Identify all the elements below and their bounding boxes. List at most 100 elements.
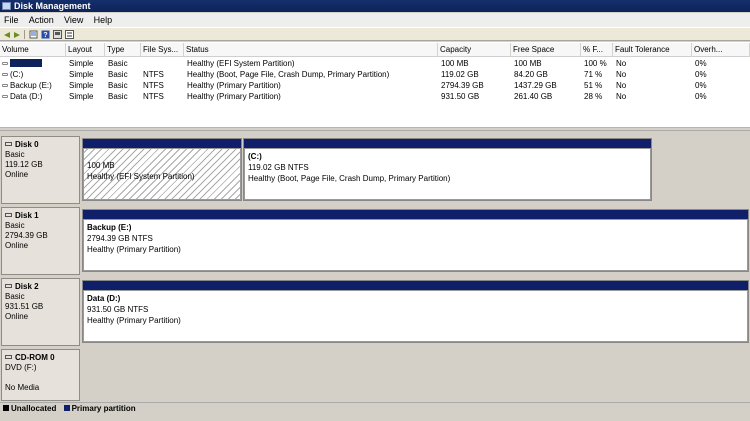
type-cell: Basic xyxy=(108,59,128,68)
partition-label: Backup (E:) xyxy=(87,223,132,232)
status-cell: Healthy (Primary Partition) xyxy=(187,92,281,101)
layout-cell: Simple xyxy=(69,70,94,79)
percent-free-cell: 71 % xyxy=(584,70,603,79)
redacted-volume-name xyxy=(10,59,42,67)
volume-row[interactable]: Data (D:) Simple Basic NTFS Healthy (Pri… xyxy=(0,91,750,102)
file-system-cell: NTFS xyxy=(143,92,164,101)
volume-name-cell: (C:) xyxy=(2,69,23,80)
percent-free-cell: 100 % xyxy=(584,59,607,68)
fault-tolerance-cell: No xyxy=(616,59,627,68)
disk-type: Basic xyxy=(5,292,25,301)
list-icon[interactable] xyxy=(64,29,74,40)
partition-status: Healthy (EFI System Partition) xyxy=(87,172,195,181)
cdrom-icon xyxy=(5,355,12,359)
disk-1-info[interactable]: Disk 1 Basic 2794.39 GB Online xyxy=(1,207,80,275)
column-type[interactable]: Type xyxy=(105,43,141,57)
column-overhead[interactable]: Overh... xyxy=(692,43,750,57)
disk-graphical-view: Disk 0 Basic 119.12 GB Online 100 MB Hea… xyxy=(0,130,750,402)
column-file-system[interactable]: File Sys... xyxy=(141,43,184,57)
overhead-cell: 0% xyxy=(695,59,707,68)
volume-icon xyxy=(2,73,8,76)
capacity-cell: 119.02 GB xyxy=(441,70,479,79)
column-status[interactable]: Status xyxy=(184,43,438,57)
disk-state: Online xyxy=(5,241,29,250)
disk-name: Disk 1 xyxy=(15,211,39,220)
column-percent-free[interactable]: % F... xyxy=(581,43,613,57)
console-icon[interactable] xyxy=(52,29,62,40)
disk-state: Online xyxy=(5,312,29,321)
window-title: Disk Management xyxy=(14,1,91,11)
fault-tolerance-cell: No xyxy=(616,81,627,90)
status-cell: Healthy (EFI System Partition) xyxy=(187,59,295,68)
volume-row[interactable]: Backup (E:) Simple Basic NTFS Healthy (P… xyxy=(0,80,750,91)
disk-type: DVD (F:) xyxy=(5,363,37,372)
disk-type: Basic xyxy=(5,150,25,159)
partition-body: Data (D:) 931.50 GB NTFS Healthy (Primar… xyxy=(83,290,748,342)
capacity-cell: 2794.39 GB xyxy=(441,81,484,90)
svg-text:?: ? xyxy=(43,32,47,39)
disk-size: 119.12 GB xyxy=(5,160,43,169)
type-cell: Basic xyxy=(108,81,128,90)
disk-1-partitions: Backup (E:) 2794.39 GB NTFS Healthy (Pri… xyxy=(82,209,749,272)
back-icon[interactable] xyxy=(2,29,12,40)
volume-list-header: Volume Layout Type File Sys... Status Ca… xyxy=(0,43,750,57)
disk-0-info[interactable]: Disk 0 Basic 119.12 GB Online xyxy=(1,136,80,204)
unallocated-swatch xyxy=(3,405,9,411)
partition-status: Healthy (Primary Partition) xyxy=(87,245,181,254)
fault-tolerance-cell: No xyxy=(616,92,627,101)
type-cell: Basic xyxy=(108,92,128,101)
primary-partition-swatch xyxy=(63,405,70,411)
layout-cell: Simple xyxy=(69,92,94,101)
disk-size: 931.51 GB xyxy=(5,302,44,311)
capacity-cell: 931.50 GB xyxy=(441,92,480,101)
menu-view[interactable]: View xyxy=(60,13,87,27)
menu-action[interactable]: Action xyxy=(25,13,58,27)
free-space-cell: 1437.29 GB xyxy=(514,81,557,90)
disk-size: 2794.39 GB xyxy=(5,231,48,240)
partition-efi[interactable]: 100 MB Healthy (EFI System Partition) xyxy=(82,138,242,201)
disk-icon xyxy=(5,142,12,146)
cdrom-0-info[interactable]: CD-ROM 0 DVD (F:) No Media xyxy=(1,349,80,401)
volume-row[interactable]: Simple Basic Healthy (EFI System Partiti… xyxy=(0,58,750,69)
disk-2-info[interactable]: Disk 2 Basic 931.51 GB Online xyxy=(1,278,80,346)
properties-icon[interactable] xyxy=(28,29,38,40)
volume-row[interactable]: (C:) Simple Basic NTFS Healthy (Boot, Pa… xyxy=(0,69,750,80)
file-system-cell: NTFS xyxy=(143,70,164,79)
disk-size xyxy=(5,373,79,383)
volume-icon xyxy=(2,95,8,98)
partition-body: (C:) 119.02 GB NTFS Healthy (Boot, Page … xyxy=(244,148,651,200)
legend-primary-partition: Primary partition xyxy=(71,404,136,413)
disk-icon xyxy=(5,284,12,288)
app-icon xyxy=(2,2,11,10)
help-icon[interactable]: ? xyxy=(40,29,50,40)
disk-name: CD-ROM 0 xyxy=(15,353,55,362)
disk-state: Online xyxy=(5,170,29,179)
overhead-cell: 0% xyxy=(695,70,707,79)
column-free-space[interactable]: Free Space xyxy=(511,43,581,57)
column-volume[interactable]: Volume xyxy=(0,43,66,57)
partition-size: 931.50 GB NTFS xyxy=(87,305,149,314)
partition-c[interactable]: (C:) 119.02 GB NTFS Healthy (Boot, Page … xyxy=(243,138,652,201)
fault-tolerance-cell: No xyxy=(616,70,627,79)
percent-free-cell: 51 % xyxy=(584,81,603,90)
column-layout[interactable]: Layout xyxy=(66,43,105,57)
partition-data-d[interactable]: Data (D:) 931.50 GB NTFS Healthy (Primar… xyxy=(82,280,749,343)
forward-icon[interactable] xyxy=(12,29,22,40)
partition-label: (C:) xyxy=(248,152,262,161)
column-capacity[interactable]: Capacity xyxy=(438,43,511,57)
volume-name-cell xyxy=(2,58,42,69)
menu-bar: File Action View Help xyxy=(0,13,750,27)
status-cell: Healthy (Boot, Page File, Crash Dump, Pr… xyxy=(187,70,390,79)
partition-size: 100 MB xyxy=(87,161,115,170)
partition-body: Backup (E:) 2794.39 GB NTFS Healthy (Pri… xyxy=(83,219,748,271)
overhead-cell: 0% xyxy=(695,92,707,101)
menu-help[interactable]: Help xyxy=(90,13,117,27)
column-fault-tolerance[interactable]: Fault Tolerance xyxy=(613,43,692,57)
disk-2-partitions: Data (D:) 931.50 GB NTFS Healthy (Primar… xyxy=(82,280,749,343)
partition-backup-e[interactable]: Backup (E:) 2794.39 GB NTFS Healthy (Pri… xyxy=(82,209,749,272)
volume-name-cell: Data (D:) xyxy=(2,91,42,102)
free-space-cell: 84.20 GB xyxy=(514,70,548,79)
disk-0-partitions: 100 MB Healthy (EFI System Partition) (C… xyxy=(82,138,652,201)
menu-file[interactable]: File xyxy=(0,13,23,27)
disk-state: No Media xyxy=(5,383,40,392)
